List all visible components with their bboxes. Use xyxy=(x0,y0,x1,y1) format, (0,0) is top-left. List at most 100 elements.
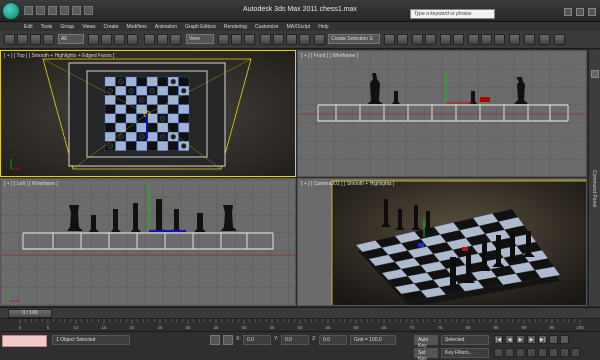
viewport-camera-label[interactable]: [ + ] [ Camera001 ] [ Smooth + Highlight… xyxy=(301,181,394,187)
menu-views[interactable]: Views xyxy=(82,24,95,30)
select-link-icon[interactable] xyxy=(17,34,28,45)
graphite-toolbar-icon[interactable] xyxy=(425,34,436,45)
menu-maxscript[interactable]: MAXScript xyxy=(287,24,311,30)
material-editor-icon[interactable] xyxy=(468,34,479,45)
menu-create[interactable]: Create xyxy=(103,24,118,30)
extra-tool-icon[interactable] xyxy=(524,34,535,45)
move-icon[interactable] xyxy=(144,34,155,45)
maxscript-listener[interactable] xyxy=(2,335,47,347)
undo-toolbar-icon[interactable] xyxy=(4,34,15,45)
select-object-icon[interactable] xyxy=(88,34,99,45)
zoom-icon[interactable] xyxy=(494,348,503,357)
unlink-icon[interactable] xyxy=(30,34,41,45)
select-by-name-icon[interactable] xyxy=(101,34,112,45)
tick-label: 100 xyxy=(576,325,584,330)
spinner-snap-icon[interactable] xyxy=(299,34,310,45)
menu-group[interactable]: Group xyxy=(60,24,74,30)
viewport-front-label[interactable]: [ + ] [ Front ] [ Wireframe ] xyxy=(301,53,358,59)
align-icon[interactable] xyxy=(397,34,408,45)
board-square xyxy=(157,122,169,133)
viewport-front[interactable]: [ + ] [ Front ] [ Wireframe ] xyxy=(297,50,587,177)
set-key-button[interactable]: Set Key xyxy=(414,348,438,360)
render-production-icon[interactable] xyxy=(509,34,520,45)
command-panel[interactable]: Command Panel xyxy=(588,50,600,306)
menu-animation[interactable]: Animation xyxy=(155,24,177,30)
close-icon[interactable] xyxy=(588,8,596,16)
menu-tools[interactable]: Tools xyxy=(41,24,53,30)
menu-customize[interactable]: Customize xyxy=(255,24,279,30)
rendered-frame-window-icon[interactable] xyxy=(494,34,505,45)
curve-editor-icon[interactable] xyxy=(440,34,451,45)
menu-graph-editors[interactable]: Graph Editors xyxy=(185,24,216,30)
extra-tool-3-icon[interactable] xyxy=(554,34,565,45)
orbit-icon[interactable] xyxy=(560,348,569,357)
x-coordinate-field[interactable]: 0.0 xyxy=(243,335,271,345)
render-setup-icon[interactable] xyxy=(481,34,492,45)
menu-help[interactable]: Help xyxy=(318,24,328,30)
minimize-icon[interactable] xyxy=(564,8,572,16)
viewport-top-label[interactable]: [ + ] [ Top ] [ Smooth + Highlights + Ed… xyxy=(4,53,114,59)
chess-piece xyxy=(138,134,145,140)
track-bar[interactable]: 0 5 10 15 20 25 30 35 40 45 50 55 60 65 70 75 80 85 90 95 10… xyxy=(0,318,600,331)
viewport-top[interactable]: [ + ] [ Top ] [ Smooth + Highlights + Ed… xyxy=(0,50,296,177)
extra-tool-2-icon[interactable] xyxy=(539,34,550,45)
go-to-end-icon[interactable]: ▶| xyxy=(538,335,547,344)
selection-filter-select[interactable]: All xyxy=(58,34,84,44)
bind-space-warp-icon[interactable] xyxy=(43,34,54,45)
named-selection-select[interactable]: Create Selection S xyxy=(328,34,380,44)
viewport-left[interactable]: [ + ] [ Left ] [ Wireframe ] xyxy=(0,178,296,306)
field-of-view-icon[interactable] xyxy=(538,348,547,357)
tick-label: 55 xyxy=(325,325,331,330)
snaps-toggle-icon[interactable] xyxy=(260,34,271,45)
panel-toggle-icon[interactable] xyxy=(591,70,599,78)
board-square xyxy=(178,122,190,133)
go-to-start-icon[interactable]: |◀ xyxy=(494,335,503,344)
auto-key-select[interactable]: Selected xyxy=(441,335,489,345)
auto-key-button[interactable]: Auto Key xyxy=(414,335,438,349)
chess-piece xyxy=(149,88,156,94)
viewport-camera[interactable]: [ + ] [ Camera001 ] [ Smooth + Highlight… xyxy=(297,178,587,306)
menu-edit[interactable]: Edit xyxy=(24,24,33,30)
time-slider-thumb[interactable]: 0 / 100 xyxy=(8,309,52,318)
z-coordinate-field[interactable]: 0.0 xyxy=(319,335,347,345)
chess-piece xyxy=(180,88,187,94)
search-input[interactable]: Type a keyword or phrase xyxy=(410,9,495,19)
percent-snap-icon[interactable] xyxy=(286,34,297,45)
play-icon[interactable]: ▶ xyxy=(516,335,525,344)
time-config-icon[interactable] xyxy=(560,335,569,344)
schematic-view-icon[interactable] xyxy=(453,34,464,45)
zoom-all-icon[interactable] xyxy=(505,348,514,357)
reference-coordinate-select[interactable]: View xyxy=(186,34,214,44)
tick-label: 0 xyxy=(18,325,22,330)
keyboard-shortcut-icon[interactable] xyxy=(244,34,255,45)
layer-manager-icon[interactable] xyxy=(412,34,423,45)
y-coordinate-field[interactable]: 0.0 xyxy=(281,335,309,345)
menu-rendering[interactable]: Rendering xyxy=(224,24,247,30)
lock-selection-icon[interactable] xyxy=(210,335,220,345)
viewport-left-label[interactable]: [ + ] [ Left ] [ Wireframe ] xyxy=(4,181,58,187)
manipulate-icon[interactable] xyxy=(231,34,242,45)
previous-frame-icon[interactable]: ◀ xyxy=(505,335,514,344)
absolute-mode-icon[interactable] xyxy=(223,335,233,345)
edit-named-selection-icon[interactable] xyxy=(314,34,325,45)
key-filters-button[interactable]: Key Filters... xyxy=(441,348,489,358)
board-square xyxy=(167,86,179,96)
rotate-icon[interactable] xyxy=(157,34,168,45)
board-square xyxy=(104,132,116,142)
key-mode-icon[interactable] xyxy=(549,335,558,344)
zoom-extents-all-icon[interactable] xyxy=(527,348,536,357)
menu-modifiers[interactable]: Modifiers xyxy=(126,24,146,30)
angle-snap-icon[interactable] xyxy=(273,34,284,45)
window-crossing-icon[interactable] xyxy=(127,34,138,45)
pivot-center-icon[interactable] xyxy=(218,34,229,45)
mirror-icon[interactable] xyxy=(384,34,395,45)
time-slider[interactable]: 0 / 100 xyxy=(0,307,600,318)
maximize-viewport-icon[interactable] xyxy=(571,348,580,357)
maximize-icon[interactable] xyxy=(576,8,584,16)
main-toolbar: All View Create Selection S xyxy=(0,31,600,49)
zoom-extents-icon[interactable] xyxy=(516,348,525,357)
pan-icon[interactable] xyxy=(549,348,558,357)
rectangular-selection-icon[interactable] xyxy=(114,34,125,45)
scale-icon[interactable] xyxy=(170,34,181,45)
next-frame-icon[interactable]: ▶ xyxy=(527,335,536,344)
